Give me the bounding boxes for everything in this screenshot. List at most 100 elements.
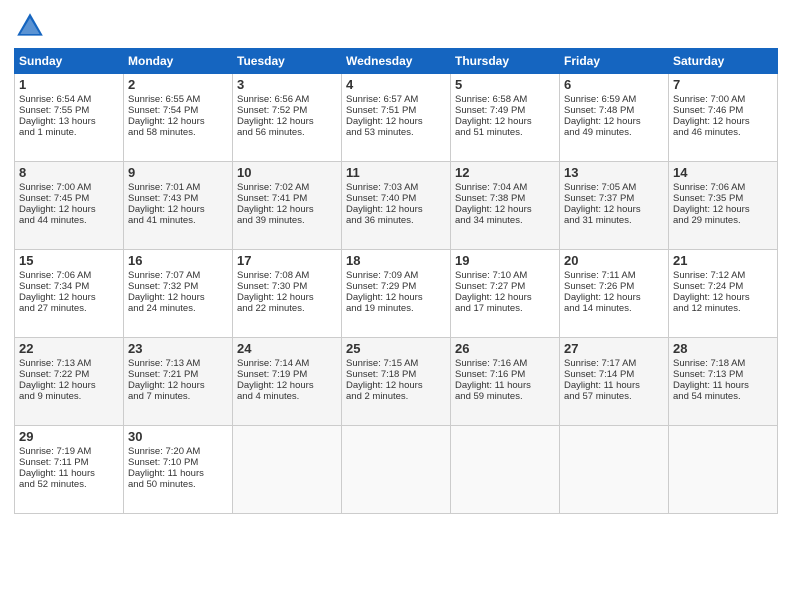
day-info-line: and 34 minutes.: [455, 215, 555, 226]
day-info-line: Sunset: 7:14 PM: [564, 369, 664, 380]
day-info-line: Sunrise: 6:58 AM: [455, 94, 555, 105]
day-info-line: Daylight: 12 hours: [346, 380, 446, 391]
week-row-5: 29 Sunrise: 7:19 AMSunset: 7:11 PM Dayligh…: [15, 426, 778, 514]
day-cell: 15Sunrise: 7:06 AMSunset: 7:34 PMDayligh…: [15, 250, 124, 338]
day-info-line: and 1 minute.: [19, 127, 119, 138]
day-cell: 1Sunrise: 6:54 AMSunset: 7:55 PMDaylight…: [15, 74, 124, 162]
day-number: 4: [346, 77, 446, 92]
day-cell: [233, 426, 342, 514]
day-info-line: Sunrise: 7:17 AM: [564, 358, 664, 369]
header-row: [14, 10, 778, 42]
day-info-line: and 36 minutes.: [346, 215, 446, 226]
day-info-line: Daylight: 12 hours: [128, 204, 228, 215]
week-row-3: 15Sunrise: 7:06 AMSunset: 7:34 PMDayligh…: [15, 250, 778, 338]
day-cell: 8Sunrise: 7:00 AMSunset: 7:45 PMDaylight…: [15, 162, 124, 250]
weekday-header-saturday: Saturday: [669, 49, 778, 74]
day-number: 1: [19, 77, 119, 92]
day-cell: 16Sunrise: 7:07 AMSunset: 7:32 PMDayligh…: [124, 250, 233, 338]
day-info-line: Daylight: 12 hours: [19, 204, 119, 215]
day-info-line: Sunrise: 7:01 AM: [128, 182, 228, 193]
day-cell: 29Sunrise: 7:19 AMSunset: 7:11 PMDayligh…: [15, 426, 124, 514]
day-number: 28: [673, 341, 773, 356]
day-info-line: Daylight: 11 hours: [673, 380, 773, 391]
day-number: 13: [564, 165, 664, 180]
day-info-line: and 58 minutes.: [128, 127, 228, 138]
day-info-line: and 24 minutes.: [128, 303, 228, 314]
day-cell: 27Sunrise: 7:17 AMSunset: 7:14 PMDayligh…: [560, 338, 669, 426]
day-info-line: Sunset: 7:27 PM: [455, 281, 555, 292]
day-number: 12: [455, 165, 555, 180]
day-info-line: Daylight: 11 hours: [128, 468, 228, 479]
day-cell: 7Sunrise: 7:00 AMSunset: 7:46 PMDaylight…: [669, 74, 778, 162]
day-info-line: and 27 minutes.: [19, 303, 119, 314]
day-info-line: Sunrise: 7:09 AM: [346, 270, 446, 281]
day-number: 11: [346, 165, 446, 180]
day-info-line: Daylight: 12 hours: [564, 292, 664, 303]
day-info-line: Sunset: 7:29 PM: [346, 281, 446, 292]
day-info-line: Daylight: 12 hours: [455, 292, 555, 303]
day-info-line: Sunset: 7:34 PM: [19, 281, 119, 292]
day-info-line: Daylight: 11 hours: [564, 380, 664, 391]
day-info-line: Sunset: 7:10 PM: [128, 457, 228, 468]
day-info-line: Sunset: 7:21 PM: [128, 369, 228, 380]
weekday-header-monday: Monday: [124, 49, 233, 74]
day-info-line: Daylight: 12 hours: [564, 204, 664, 215]
day-info-line: Sunset: 7:46 PM: [673, 105, 773, 116]
day-info-line: Sunrise: 7:13 AM: [19, 358, 119, 369]
weekday-header-sunday: Sunday: [15, 49, 124, 74]
day-number: 15: [19, 253, 119, 268]
day-info-line: Sunset: 7:11 PM: [19, 457, 119, 468]
day-info-line: and 14 minutes.: [564, 303, 664, 314]
day-info-line: Sunrise: 7:05 AM: [564, 182, 664, 193]
day-info-line: and 29 minutes.: [673, 215, 773, 226]
day-info-line: Sunrise: 7:02 AM: [237, 182, 337, 193]
day-info-line: and 9 minutes.: [19, 391, 119, 402]
day-info-line: Daylight: 11 hours: [455, 380, 555, 391]
main-container: SundayMondayTuesdayWednesdayThursdayFrid…: [0, 0, 792, 524]
day-number: 24: [237, 341, 337, 356]
day-cell: 25Sunrise: 7:15 AMSunset: 7:18 PMDayligh…: [342, 338, 451, 426]
day-info-line: Sunrise: 7:20 AM: [128, 446, 228, 457]
day-info-line: and 2 minutes.: [346, 391, 446, 402]
day-info-line: Daylight: 12 hours: [346, 116, 446, 127]
day-info-line: Daylight: 12 hours: [128, 116, 228, 127]
day-info-line: Sunrise: 7:14 AM: [237, 358, 337, 369]
day-info-line: and 52 minutes.: [19, 479, 119, 490]
day-info-line: Daylight: 12 hours: [455, 116, 555, 127]
day-info-line: Sunset: 7:45 PM: [19, 193, 119, 204]
day-info-line: Daylight: 12 hours: [346, 292, 446, 303]
day-info-line: Sunrise: 7:00 AM: [673, 94, 773, 105]
day-number: 30: [128, 429, 228, 444]
week-row-1: 1Sunrise: 6:54 AMSunset: 7:55 PMDaylight…: [15, 74, 778, 162]
day-number: 10: [237, 165, 337, 180]
day-info-line: Daylight: 12 hours: [346, 204, 446, 215]
day-info-line: and 54 minutes.: [673, 391, 773, 402]
day-cell: 21Sunrise: 7:12 AMSunset: 7:24 PMDayligh…: [669, 250, 778, 338]
day-info-line: Sunset: 7:19 PM: [237, 369, 337, 380]
day-cell: 28Sunrise: 7:18 AMSunset: 7:13 PMDayligh…: [669, 338, 778, 426]
day-cell: [342, 426, 451, 514]
day-info-line: and 53 minutes.: [346, 127, 446, 138]
day-cell: 30 Sunrise: 7:20 AMSunset: 7:10 PMDayligh…: [124, 426, 233, 514]
day-cell: 11Sunrise: 7:03 AMSunset: 7:40 PMDayligh…: [342, 162, 451, 250]
day-info-line: Sunrise: 7:15 AM: [346, 358, 446, 369]
day-info-line: Sunrise: 6:55 AM: [128, 94, 228, 105]
day-number: 7: [673, 77, 773, 92]
day-number: 21: [673, 253, 773, 268]
day-cell: 6Sunrise: 6:59 AMSunset: 7:48 PMDaylight…: [560, 74, 669, 162]
day-info-line: Sunrise: 7:10 AM: [455, 270, 555, 281]
day-number: 8: [19, 165, 119, 180]
day-info-line: and 12 minutes.: [673, 303, 773, 314]
day-number: 20: [564, 253, 664, 268]
day-info-line: Sunset: 7:24 PM: [673, 281, 773, 292]
day-info-line: and 41 minutes.: [128, 215, 228, 226]
day-info-line: Sunset: 7:26 PM: [564, 281, 664, 292]
day-info-line: Sunrise: 7:16 AM: [455, 358, 555, 369]
day-info-line: Sunset: 7:32 PM: [128, 281, 228, 292]
day-info-line: Sunrise: 7:04 AM: [455, 182, 555, 193]
day-number: 19: [455, 253, 555, 268]
day-cell: [669, 426, 778, 514]
day-info-line: and 51 minutes.: [455, 127, 555, 138]
day-number: 29: [19, 429, 119, 444]
day-info-line: Sunrise: 7:19 AM: [19, 446, 119, 457]
